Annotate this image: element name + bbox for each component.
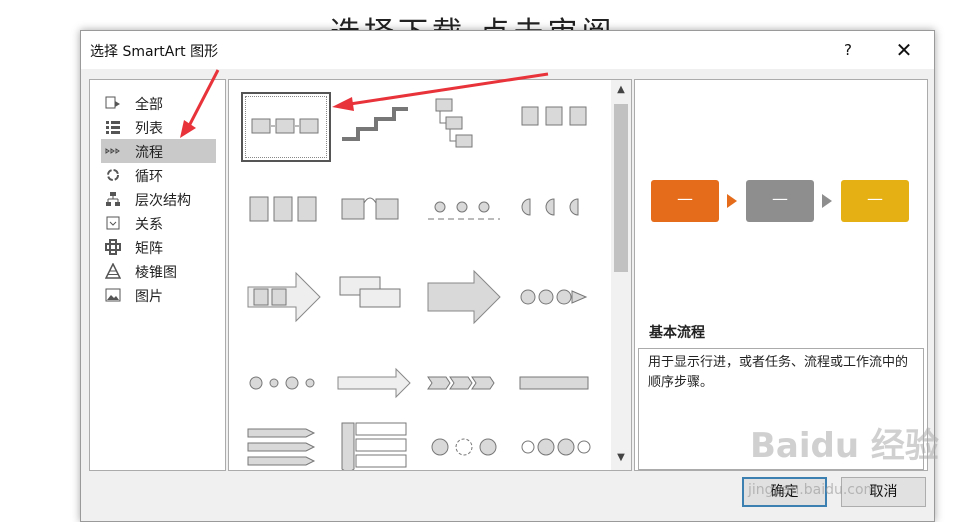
watermark-logo: Baidu 经验 [750,426,939,466]
annotation-arrow-2 [349,72,549,106]
annotation-arrow-1 [186,69,220,129]
annotation-arrowhead-1 [180,120,196,138]
annotation-arrowhead-2 [332,97,354,111]
watermark-url: jingyan.baidu.com [748,482,878,498]
